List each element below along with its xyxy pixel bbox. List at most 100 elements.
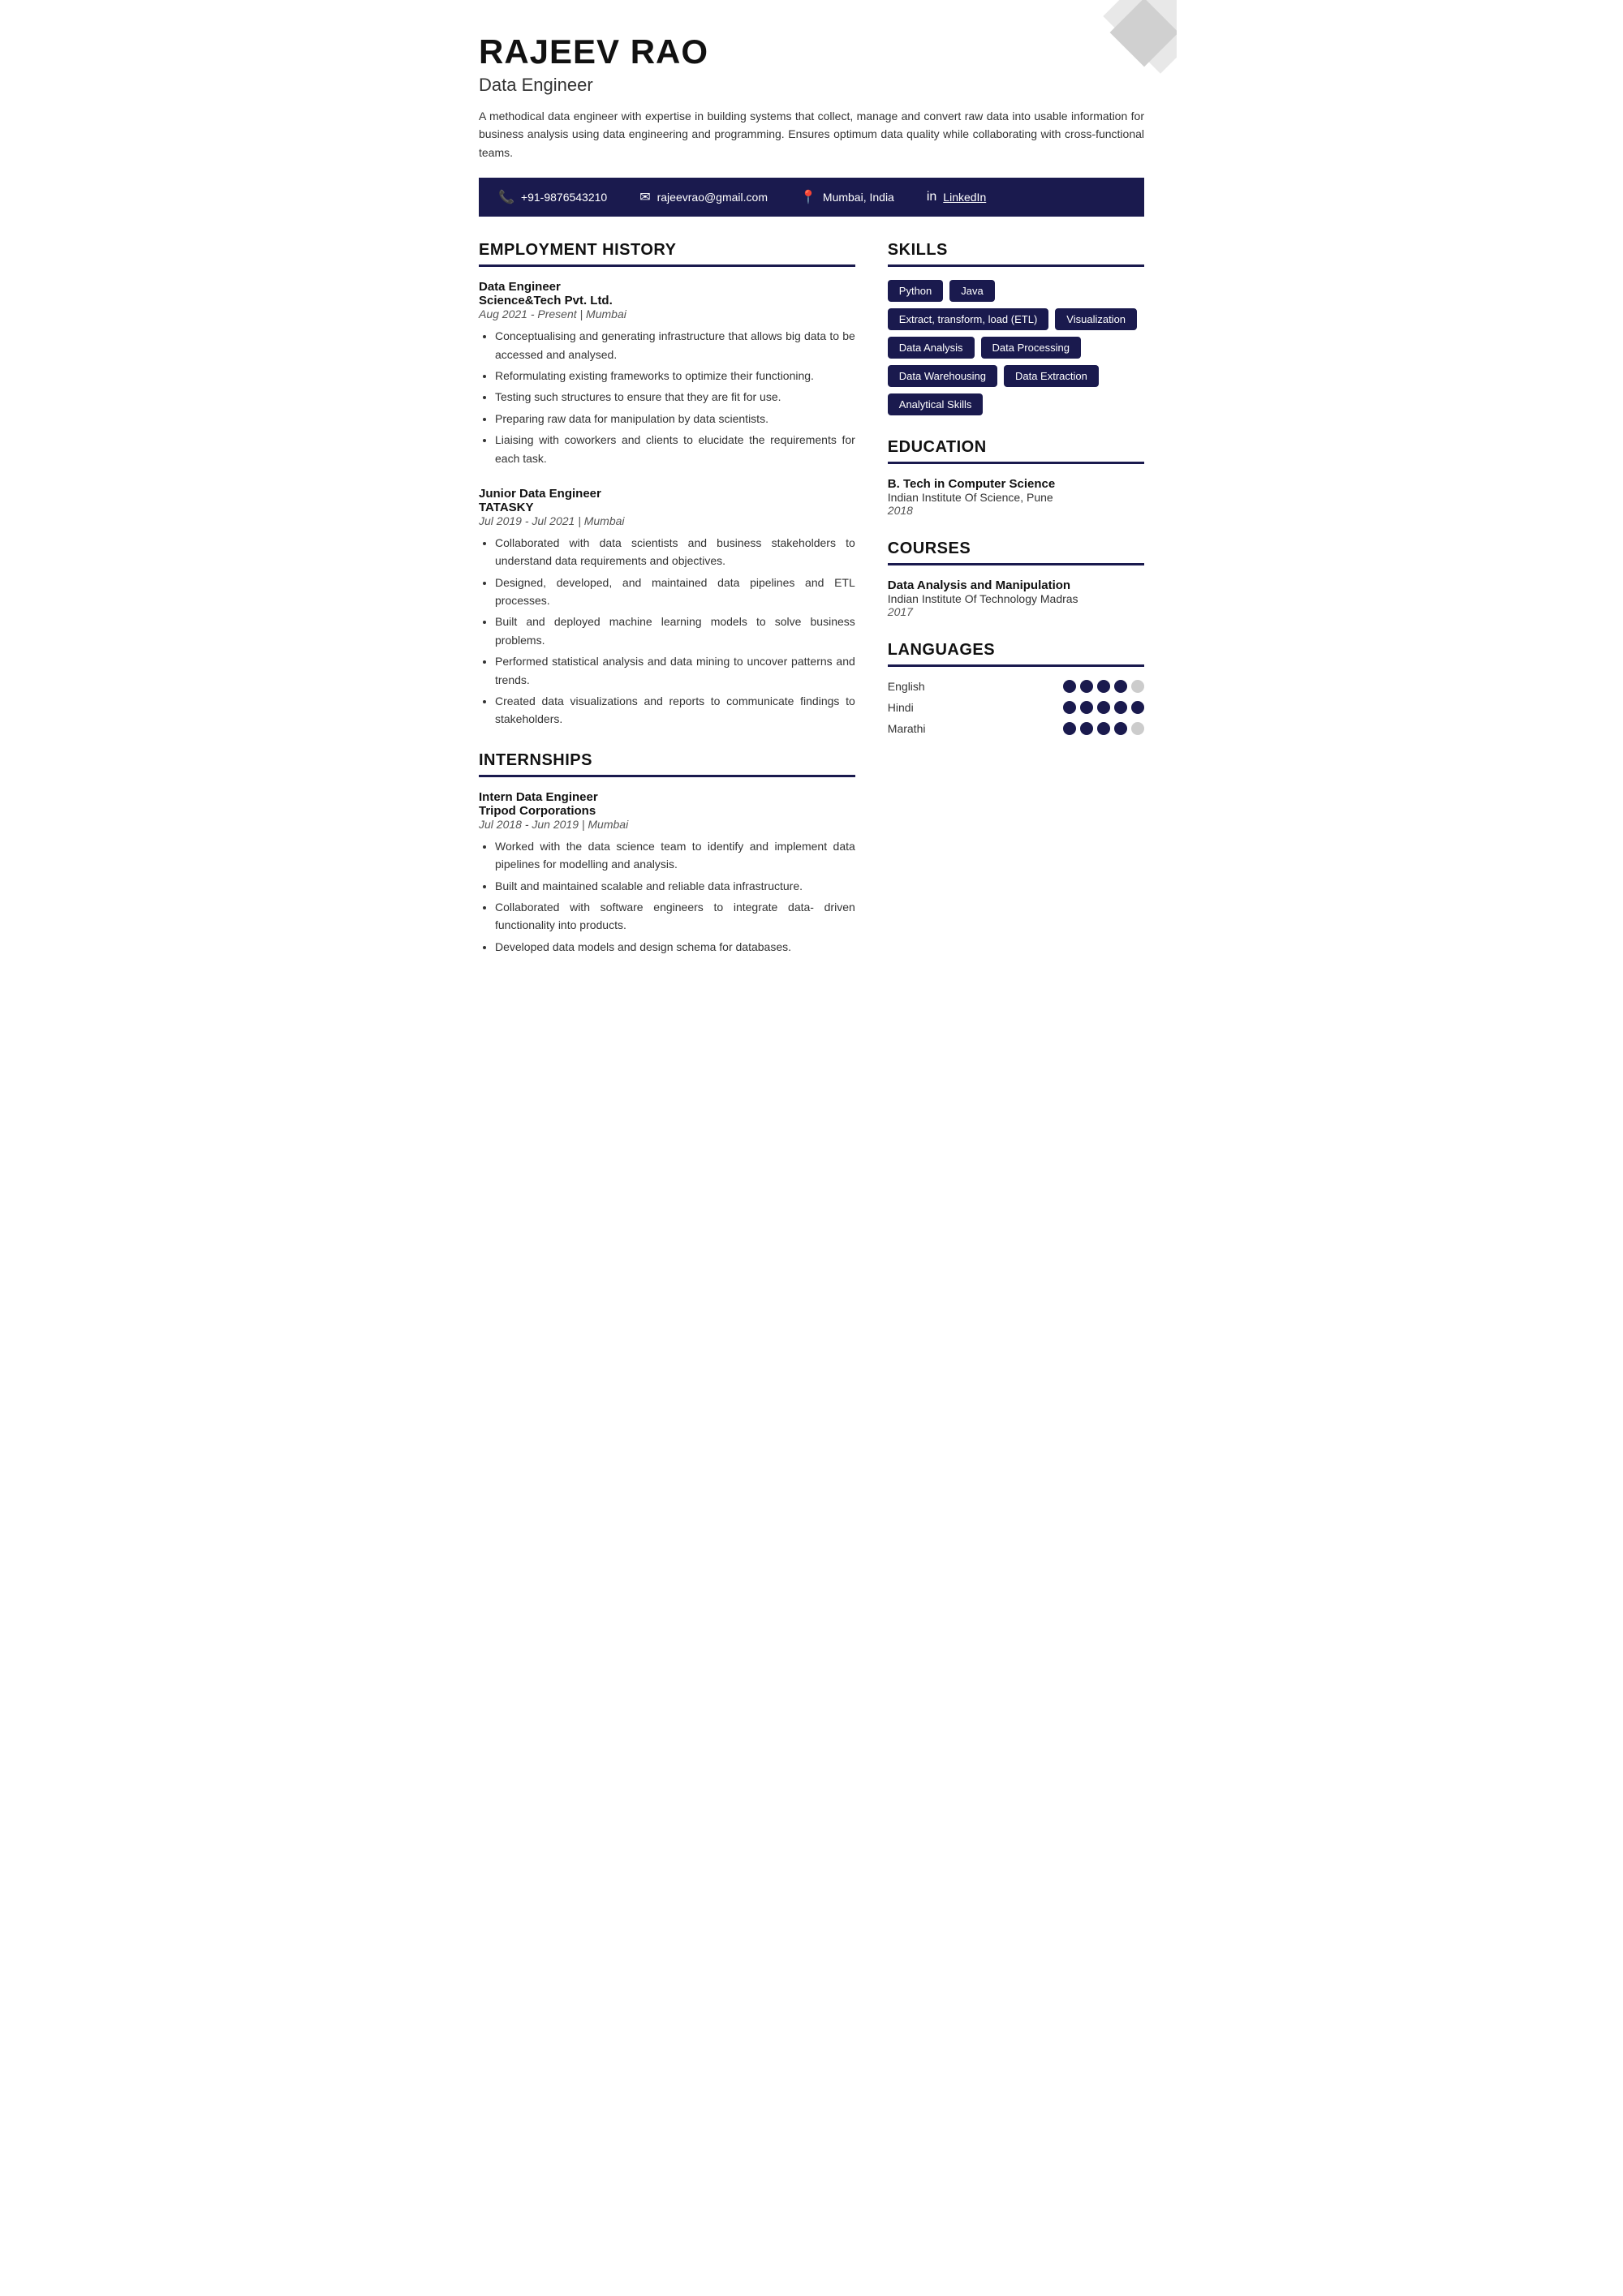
dot <box>1080 680 1093 693</box>
bullet-item: Collaborated with data scientists and bu… <box>495 534 855 570</box>
skills-divider <box>888 264 1144 267</box>
lang-hindi-dots <box>1063 701 1144 714</box>
contact-phone: 📞 +91-9876543210 <box>498 189 607 205</box>
skill-data-analysis: Data Analysis <box>888 337 975 359</box>
languages-divider <box>888 664 1144 667</box>
skill-java: Java <box>949 280 994 302</box>
skill-visualization: Visualization <box>1055 308 1137 330</box>
courses-divider <box>888 563 1144 565</box>
dot <box>1114 701 1127 714</box>
course-name-1: Data Analysis and Manipulation <box>888 578 1144 592</box>
job-dates-2: Jul 2019 - Jul 2021 | Mumbai <box>479 514 855 527</box>
candidate-title: Data Engineer <box>479 75 1144 96</box>
bullet-item: Developed data models and design schema … <box>495 938 855 956</box>
edu-school-1: Indian Institute Of Science, Pune <box>888 491 1144 504</box>
contact-email: ✉ rajeevrao@gmail.com <box>639 189 768 205</box>
lang-hindi-label: Hindi <box>888 701 953 714</box>
bullet-item: Created data visualizations and reports … <box>495 692 855 729</box>
internships-divider <box>479 775 855 777</box>
skills-section: SKILLS Python Java Extract, transform, l… <box>888 241 1144 415</box>
education-section-title: EDUCATION <box>888 438 1144 457</box>
employment-section: EMPLOYMENT HISTORY Data Engineer Science… <box>479 241 855 729</box>
job-company-1: Science&Tech Pvt. Ltd. <box>479 294 855 307</box>
education-section: EDUCATION B. Tech in Computer Science In… <box>888 438 1144 517</box>
dot <box>1131 722 1144 735</box>
internships-section: INTERNSHIPS Intern Data Engineer Tripod … <box>479 751 855 956</box>
location-icon: 📍 <box>800 189 816 205</box>
skill-data-processing: Data Processing <box>981 337 1081 359</box>
job-company-2: TATASKY <box>479 501 855 514</box>
skill-data-extraction: Data Extraction <box>1004 365 1099 387</box>
course-school-1: Indian Institute Of Technology Madras <box>888 592 1144 605</box>
languages-section: LANGUAGES English Hindi <box>888 641 1144 735</box>
contact-linkedin[interactable]: in LinkedIn <box>927 190 986 204</box>
edu-year-1: 2018 <box>888 504 1144 517</box>
dot <box>1063 701 1076 714</box>
bullet-item: Performed statistical analysis and data … <box>495 652 855 689</box>
bullet-item: Designed, developed, and maintained data… <box>495 574 855 610</box>
dot <box>1063 722 1076 735</box>
job-entry-2: Junior Data Engineer TATASKY Jul 2019 - … <box>479 487 855 729</box>
employment-divider <box>479 264 855 267</box>
education-divider <box>888 462 1144 464</box>
dot <box>1131 701 1144 714</box>
contact-bar: 📞 +91-9876543210 ✉ rajeevrao@gmail.com 📍… <box>479 178 1144 217</box>
course-entry-1: Data Analysis and Manipulation Indian In… <box>888 578 1144 618</box>
skill-python: Python <box>888 280 943 302</box>
linkedin-icon: in <box>927 190 936 204</box>
edu-degree-1: B. Tech in Computer Science <box>888 477 1144 491</box>
dot <box>1114 722 1127 735</box>
internship-bullets-1: Worked with the data science team to ide… <box>479 837 855 956</box>
internship-entry-1: Intern Data Engineer Tripod Corporations… <box>479 790 855 956</box>
skill-data-warehousing: Data Warehousing <box>888 365 997 387</box>
bullet-item: Conceptualising and generating infrastru… <box>495 327 855 363</box>
job-title-2: Junior Data Engineer <box>479 487 855 501</box>
skills-tags: Python Java Extract, transform, load (ET… <box>888 280 1144 415</box>
lang-marathi-dots <box>1063 722 1144 735</box>
internship-dates-1: Jul 2018 - Jun 2019 | Mumbai <box>479 818 855 831</box>
job-bullets-1: Conceptualising and generating infrastru… <box>479 327 855 467</box>
candidate-name: RAJEEV RAO <box>479 32 1144 71</box>
internship-company-1: Tripod Corporations <box>479 804 855 818</box>
bullet-item: Worked with the data science team to ide… <box>495 837 855 874</box>
lang-hindi: Hindi <box>888 701 1144 714</box>
languages-section-title: LANGUAGES <box>888 641 1144 660</box>
email-icon: ✉ <box>639 189 650 205</box>
job-bullets-2: Collaborated with data scientists and bu… <box>479 534 855 729</box>
candidate-summary: A methodical data engineer with expertis… <box>479 107 1144 161</box>
dot <box>1080 701 1093 714</box>
course-year-1: 2017 <box>888 605 1144 618</box>
skill-analytical: Analytical Skills <box>888 393 984 415</box>
dot <box>1097 701 1110 714</box>
header-section: RAJEEV RAO Data Engineer A methodical da… <box>479 32 1144 161</box>
bullet-item: Built and maintained scalable and reliab… <box>495 877 855 895</box>
lang-english: English <box>888 680 1144 693</box>
bullet-item: Preparing raw data for manipulation by d… <box>495 410 855 428</box>
contact-location: 📍 Mumbai, India <box>800 189 894 205</box>
left-column: EMPLOYMENT HISTORY Data Engineer Science… <box>479 241 855 978</box>
skills-section-title: SKILLS <box>888 241 1144 260</box>
lang-marathi: Marathi <box>888 722 1144 735</box>
job-dates-1: Aug 2021 - Present | Mumbai <box>479 307 855 320</box>
lang-marathi-label: Marathi <box>888 722 953 735</box>
courses-section: COURSES Data Analysis and Manipulation I… <box>888 540 1144 618</box>
dot <box>1114 680 1127 693</box>
right-column: SKILLS Python Java Extract, transform, l… <box>888 241 1144 978</box>
bullet-item: Built and deployed machine learning mode… <box>495 613 855 649</box>
lang-english-label: English <box>888 680 953 693</box>
dot <box>1080 722 1093 735</box>
dot <box>1131 680 1144 693</box>
internship-title-1: Intern Data Engineer <box>479 790 855 804</box>
bullet-item: Testing such structures to ensure that t… <box>495 388 855 406</box>
job-title-1: Data Engineer <box>479 280 855 294</box>
lang-english-dots <box>1063 680 1144 693</box>
dot <box>1097 722 1110 735</box>
linkedin-link[interactable]: LinkedIn <box>943 191 986 204</box>
main-content: EMPLOYMENT HISTORY Data Engineer Science… <box>479 241 1144 978</box>
internships-section-title: INTERNSHIPS <box>479 751 855 770</box>
bullet-item: Collaborated with software engineers to … <box>495 898 855 935</box>
bullet-item: Liaising with coworkers and clients to e… <box>495 431 855 467</box>
dot <box>1063 680 1076 693</box>
edu-entry-1: B. Tech in Computer Science Indian Insti… <box>888 477 1144 517</box>
job-entry-1: Data Engineer Science&Tech Pvt. Ltd. Aug… <box>479 280 855 467</box>
